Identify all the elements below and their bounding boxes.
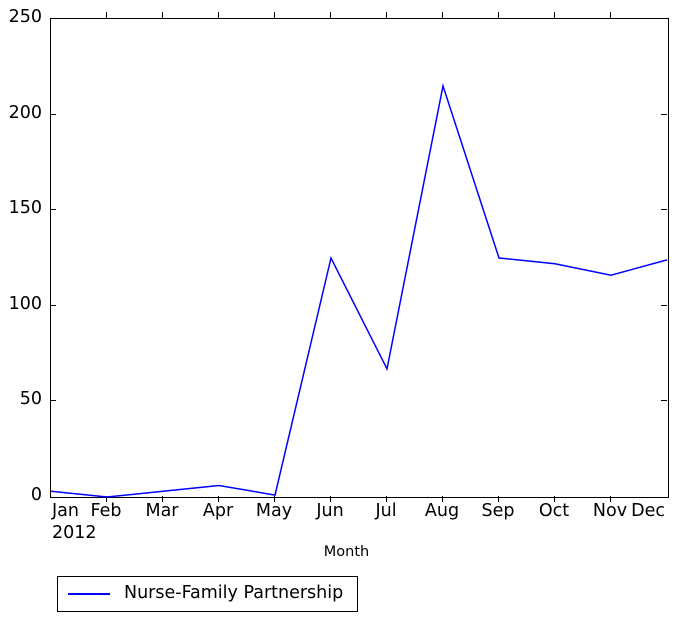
y-axis-tick-label: 200 xyxy=(8,102,42,123)
x-axis-tick-label: Jun xyxy=(316,501,344,521)
y-axis-tick-label: 250 xyxy=(8,7,42,27)
y-axis-tick-label: 0 xyxy=(30,485,42,505)
chart-figure: 0 50 100 150 200 250 Jan Feb Mar Apr May Jun Jul Aug… xyxy=(0,0,693,621)
y-axis-tick-labels: 0 50 100 150 200 250 xyxy=(0,0,42,621)
x-axis-tick-label: Jan xyxy=(52,501,79,521)
y-axis-tick-label: 100 xyxy=(8,293,42,314)
legend-color-swatch xyxy=(68,593,110,595)
data-line-svg xyxy=(50,82,668,498)
x-axis-tick-label: Feb xyxy=(90,501,122,521)
x-axis-tick-label: Mar xyxy=(145,501,179,521)
x-axis-title: Month xyxy=(323,544,370,560)
x-axis-tick-label: Oct xyxy=(538,501,570,521)
x-axis-tick-label: Sep xyxy=(481,501,515,521)
y-axis-tick-label: 150 xyxy=(8,198,42,219)
legend-entry-label: Nurse-Family Partnership xyxy=(124,583,344,604)
y-axis-tick-label: 50 xyxy=(19,389,42,410)
x-axis-tick-label: Aug xyxy=(424,501,460,521)
series-line-nurse-family-partnership xyxy=(50,82,668,498)
plot-area xyxy=(50,18,669,498)
x-axis-tick-label: Apr xyxy=(202,501,234,521)
x-axis-year-label: 2012 xyxy=(52,523,97,543)
x-axis-tick-label: May xyxy=(255,501,293,521)
x-axis-tick-label: Nov xyxy=(592,501,628,521)
x-axis-tick-label: Jul xyxy=(375,501,397,521)
chart-legend: Nurse-Family Partnership xyxy=(57,576,359,612)
x-axis-tick-label: Dec xyxy=(631,501,665,521)
